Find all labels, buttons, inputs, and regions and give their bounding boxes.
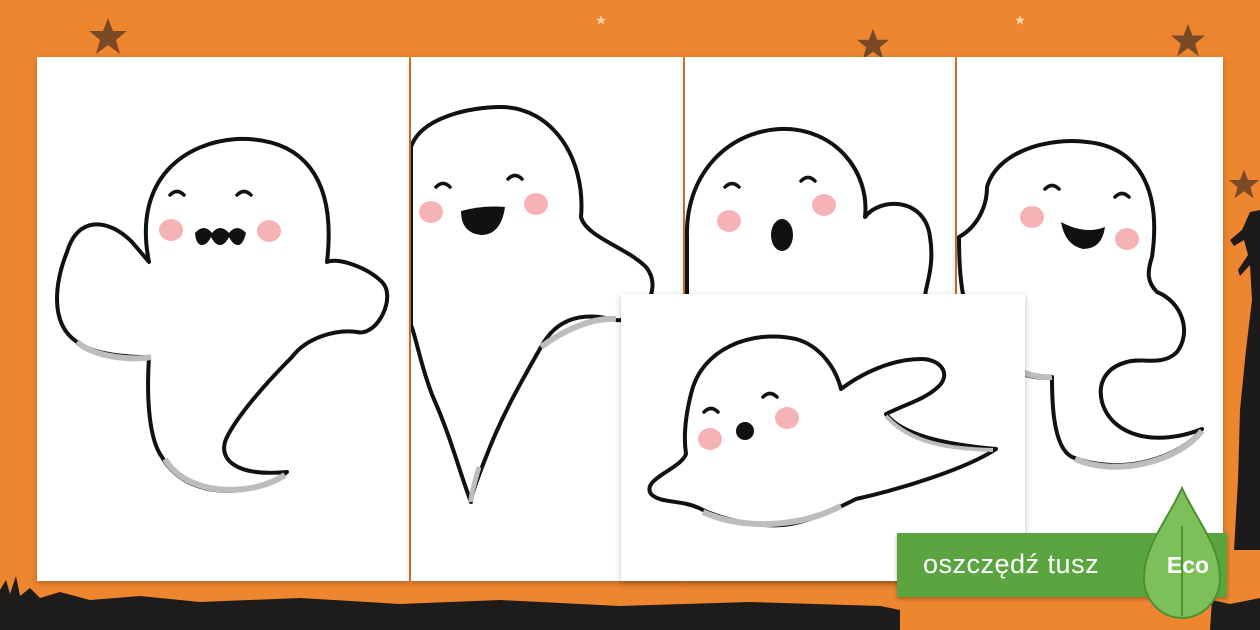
star-icon (89, 18, 127, 54)
small-star-icon (596, 15, 606, 25)
eco-label: oszczędź tusz (923, 549, 1100, 579)
ghost-1-illustration (55, 136, 390, 493)
star-icon (856, 28, 890, 60)
ghost-card-1 (37, 57, 409, 581)
small-star-icon (1015, 15, 1025, 25)
tree-silhouette (1230, 210, 1260, 550)
star-icon (1170, 23, 1206, 57)
eco-badge-label: Eco (1166, 552, 1210, 578)
